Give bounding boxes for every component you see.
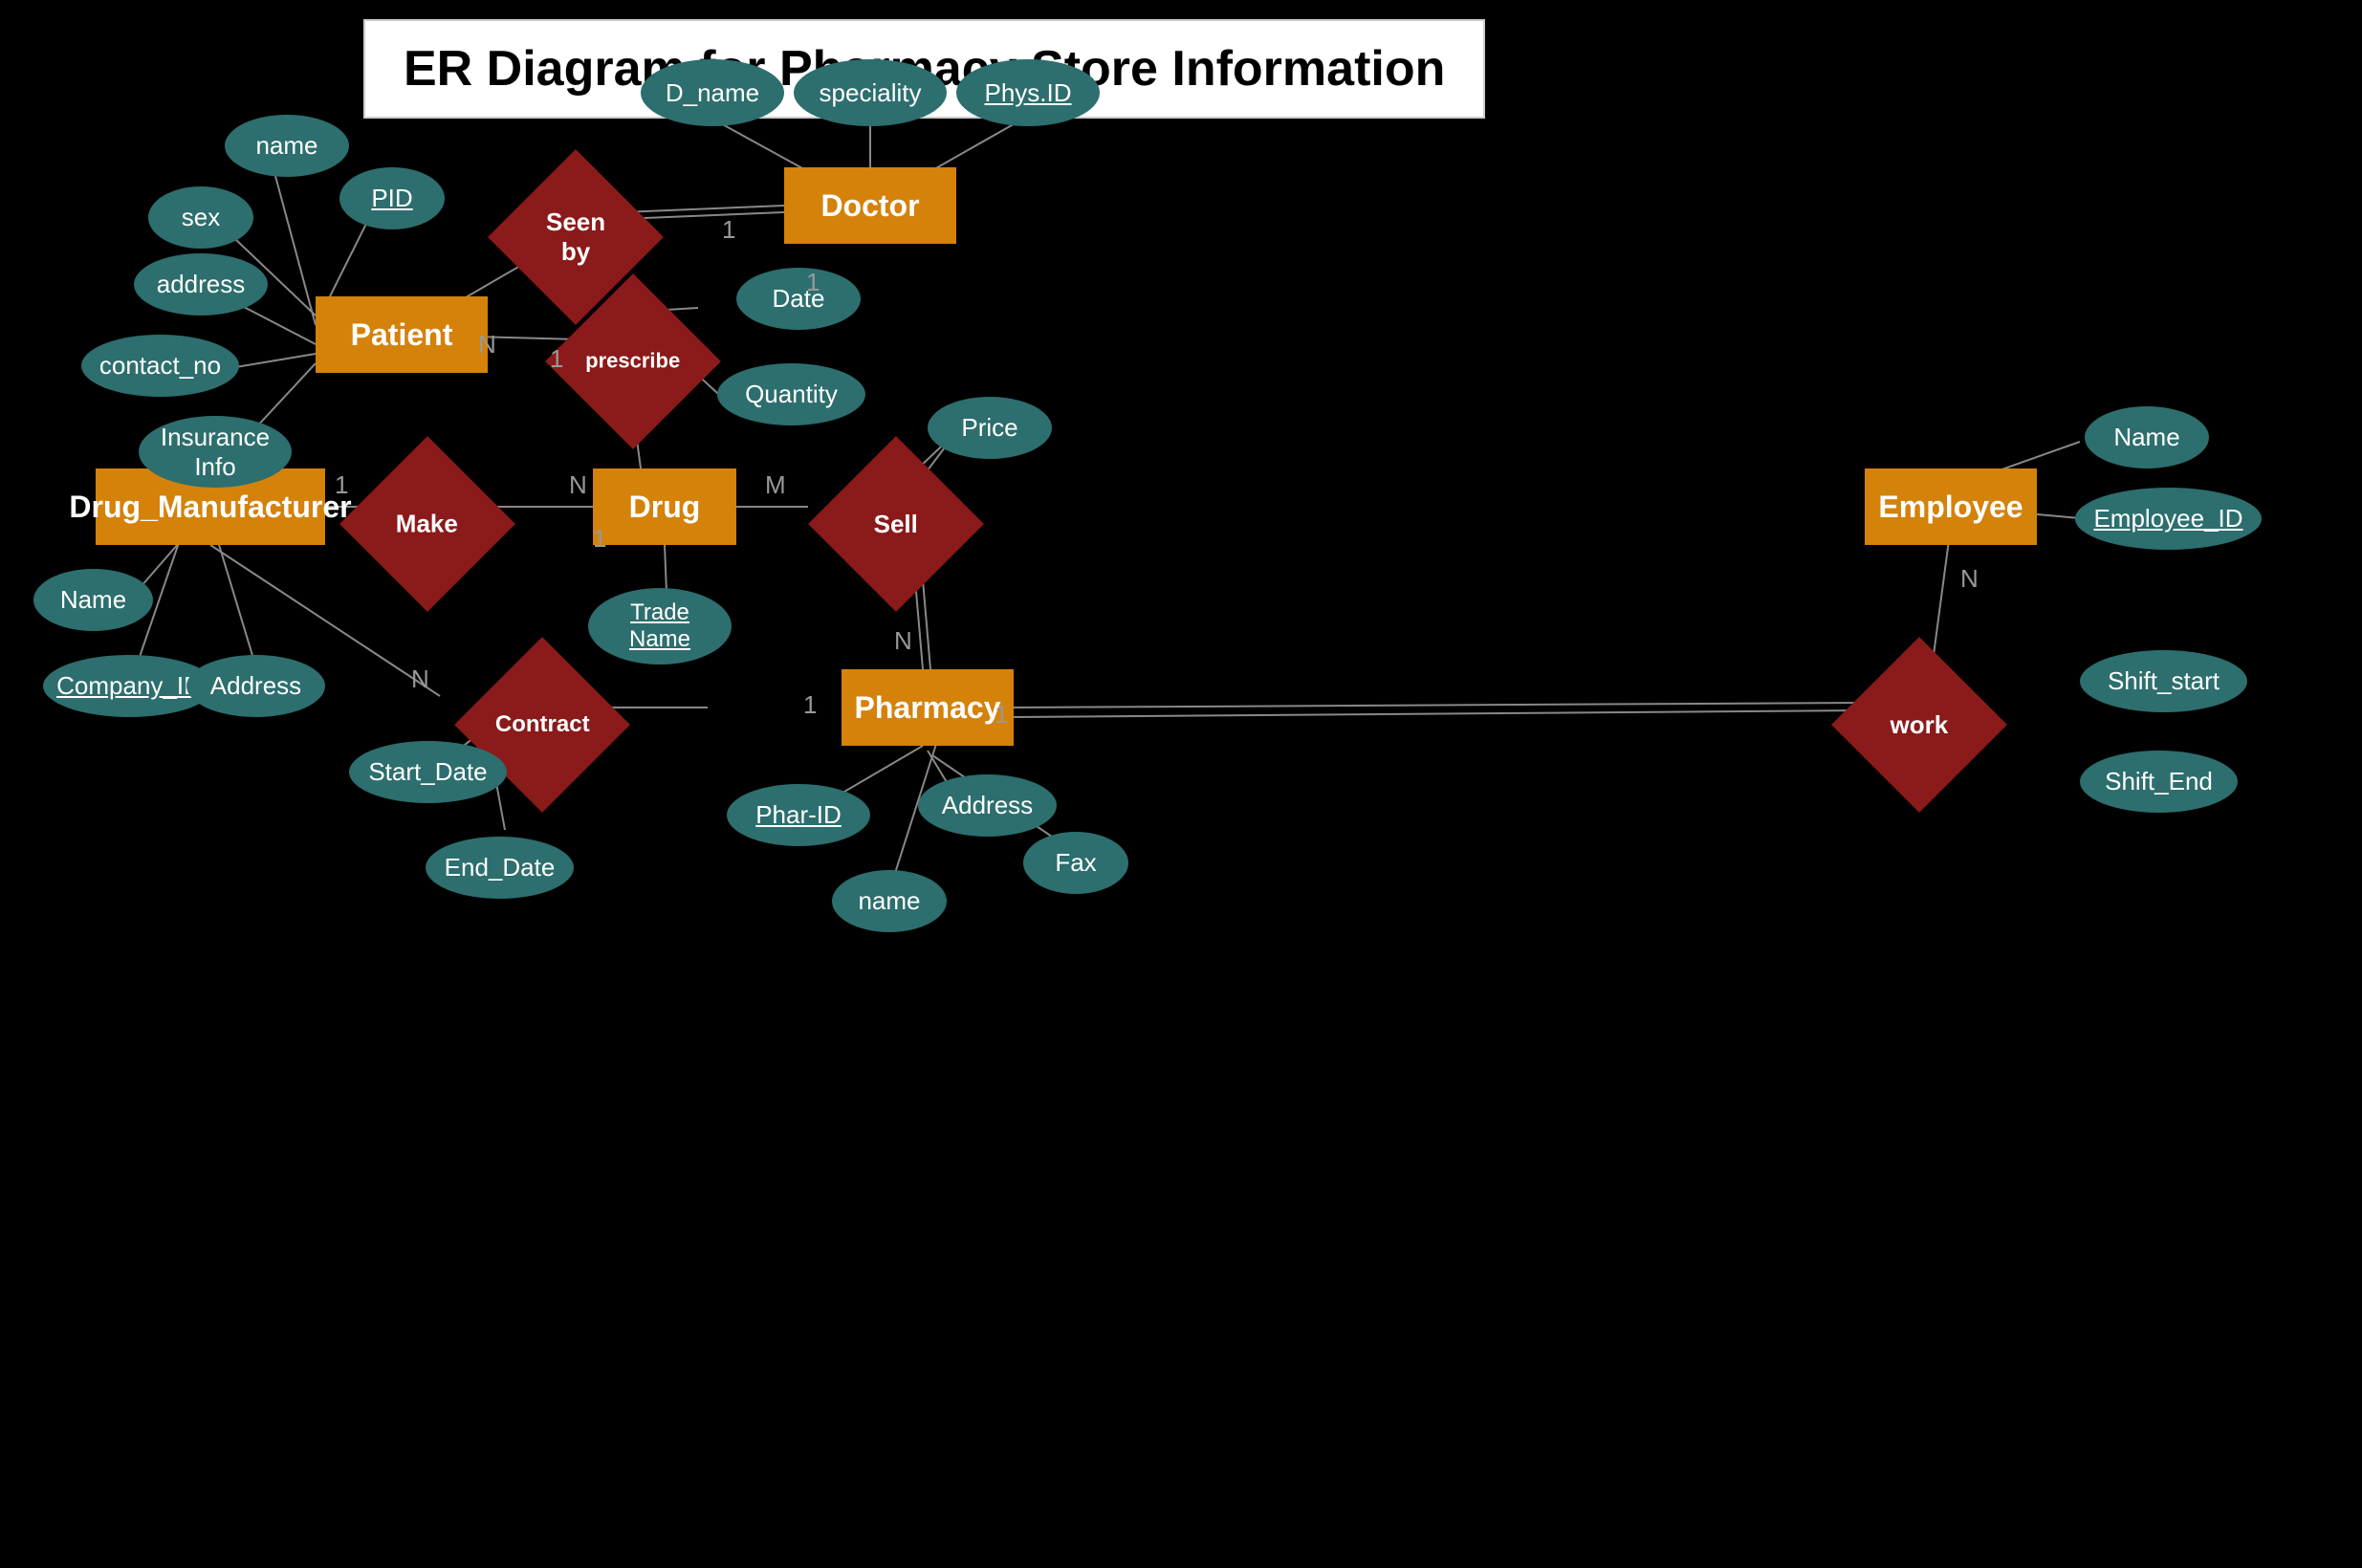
card-seen-doctor-1b: 1 (806, 268, 820, 297)
attr-contact-no: contact_no (81, 335, 239, 397)
card-work-n: N (1960, 564, 1979, 594)
card-contract-1: 1 (803, 690, 817, 720)
attr-end-date: End_Date (426, 837, 574, 899)
attr-sex: sex (148, 186, 253, 249)
relationship-make: Make (339, 436, 515, 612)
entity-doctor: Doctor (784, 167, 956, 244)
attr-name-patient: name (225, 115, 349, 177)
card-make-n: N (569, 470, 587, 500)
attr-price: Price (928, 397, 1052, 459)
card-prescribe-n: N (478, 330, 496, 359)
card-prescribe-drug-1: 1 (593, 524, 606, 554)
attr-date: Date (736, 268, 861, 330)
card-sell-pharmacy-n: N (894, 626, 912, 656)
entity-patient: Patient (316, 296, 488, 373)
entity-pharmacy: Pharmacy (842, 669, 1014, 746)
attr-name-mfr: Name (33, 569, 153, 631)
card-make-1: 1 (335, 470, 348, 500)
attr-phys-id: Phys.ID (956, 59, 1100, 126)
er-diagram: ER Diagram for Pharmacy Store Informatio… (0, 0, 2362, 1568)
card-seen-doctor-1: 1 (722, 215, 735, 245)
card-sell-m: M (765, 470, 786, 500)
attr-employee-id: Employee_ID (2075, 488, 2262, 550)
attr-trade-name: Trade Name (588, 588, 732, 664)
attr-fax: Fax (1023, 832, 1128, 894)
attr-pid: PID (339, 167, 445, 229)
attr-name-employee: Name (2085, 406, 2209, 468)
attr-insurance-info: Insurance Info (139, 416, 292, 488)
entity-employee: Employee (1865, 468, 2037, 545)
attr-phar-id: Phar-ID (727, 784, 870, 846)
card-contract-n: N (411, 664, 429, 694)
relationship-work: work (1831, 637, 2007, 813)
attr-d-name: D_name (641, 59, 784, 126)
attr-name-pharmacy: name (832, 870, 947, 932)
attr-start-date: Start_Date (349, 741, 507, 803)
attr-shift-start: Shift_start (2080, 650, 2247, 712)
attr-address-pharmacy: Address (918, 774, 1057, 837)
attr-address-mfr: Address (186, 655, 325, 717)
card-prescribe-1: 1 (550, 344, 563, 374)
attr-speciality: speciality (794, 59, 947, 126)
entity-drug: Drug (593, 468, 736, 545)
attr-shift-end: Shift_End (2080, 751, 2238, 813)
relationship-sell: Sell (808, 436, 984, 612)
attr-quantity: Quantity (717, 363, 865, 425)
attr-address-patient: address (134, 253, 268, 316)
card-work-1: 1 (995, 700, 1008, 730)
